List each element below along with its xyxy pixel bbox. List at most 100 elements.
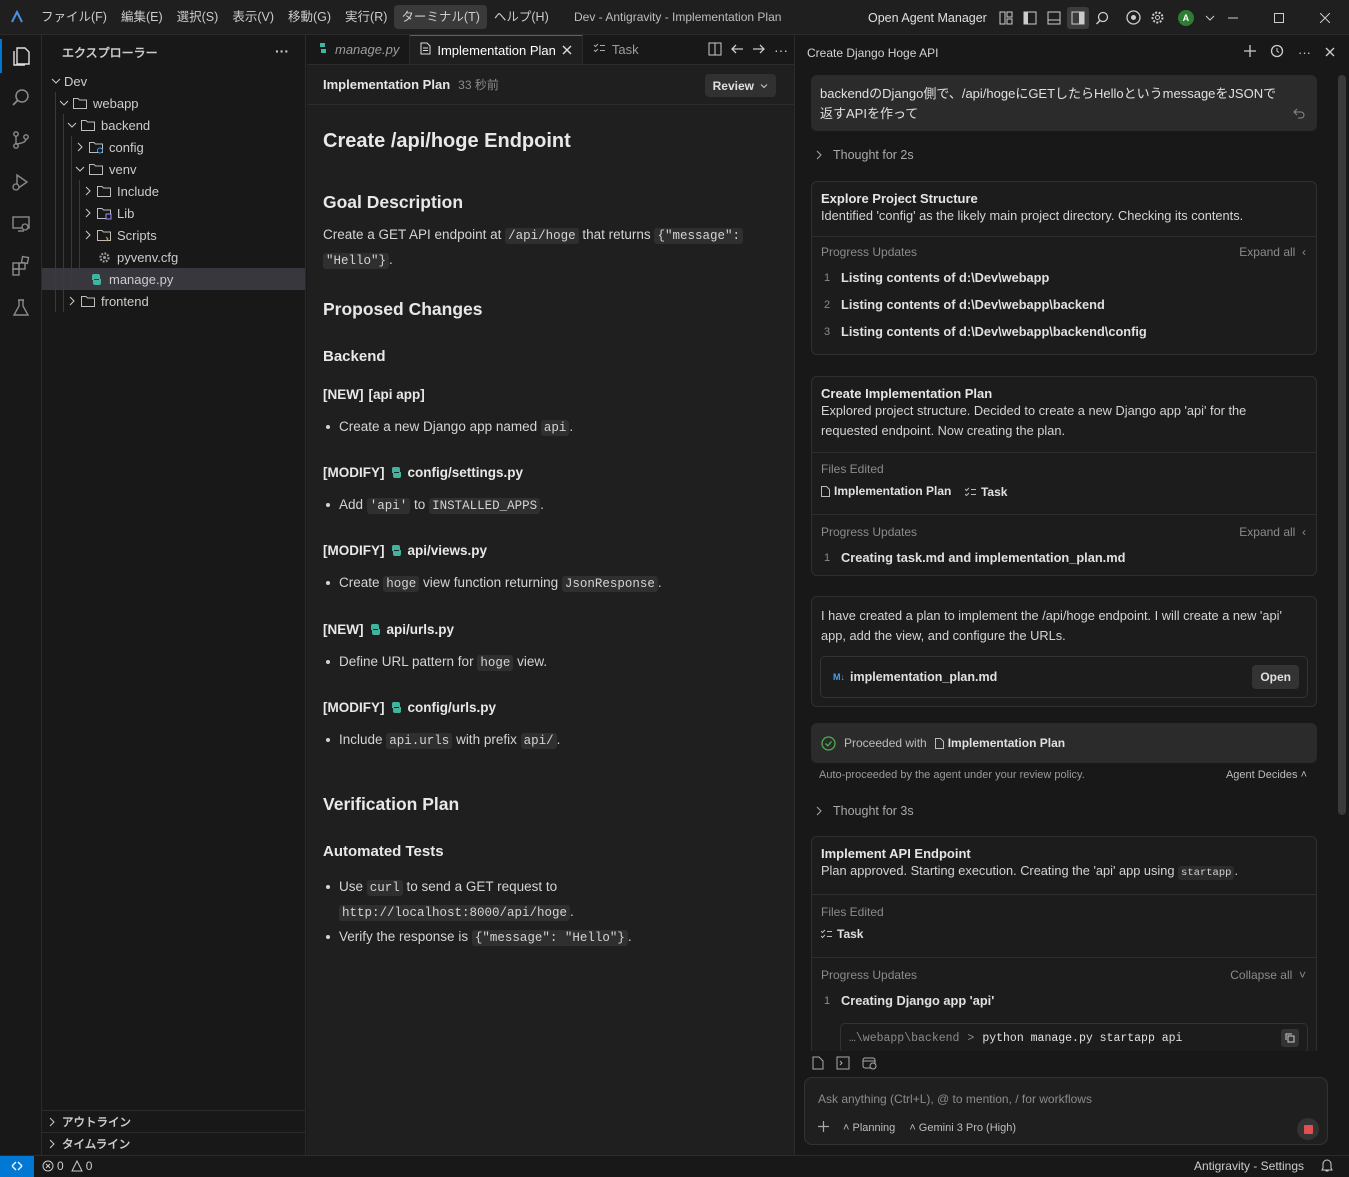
chevron-right-icon: [72, 139, 88, 155]
progress-item: 2 Listing contents of d:\Dev\webapp\backe…: [821, 291, 1307, 318]
search-sidebar-icon[interactable]: [0, 77, 42, 119]
problems-indicator[interactable]: 0 0: [42, 1159, 92, 1173]
bell-icon[interactable]: [1321, 1159, 1333, 1175]
chat-input[interactable]: Ask anything (Ctrl+L), @ to mention, / f…: [818, 1092, 1092, 1106]
change-target[interactable]: config/settings.py: [408, 465, 524, 480]
tree-file-item[interactable]: pyvenv.cfg: [42, 246, 305, 268]
settings-gear-icon[interactable]: [1147, 7, 1169, 29]
tree-file-item[interactable]: manage.py: [42, 268, 305, 290]
text: Create a GET API endpoint at: [323, 227, 506, 242]
terminal-context-icon[interactable]: [836, 1056, 850, 1073]
remote-indicator-icon[interactable]: [0, 1155, 34, 1177]
change-target[interactable]: api/urls.py: [387, 622, 455, 637]
close-window-button[interactable]: [1302, 0, 1348, 35]
tree-folder-item[interactable]: frontend: [42, 290, 305, 312]
mode-dropdown[interactable]: ˄ Planning: [843, 1122, 895, 1134]
menu-item[interactable]: 実行(R): [338, 5, 394, 29]
layout-grid-icon[interactable]: [995, 7, 1017, 29]
browser-context-icon[interactable]: [862, 1056, 877, 1073]
menu-item[interactable]: ファイル(F): [34, 5, 114, 29]
run-debug-icon[interactable]: [0, 161, 42, 203]
thought-toggle[interactable]: Thought for 3s: [815, 804, 914, 818]
expand-all-button[interactable]: Expand all ‹: [1239, 525, 1306, 539]
close-tab-icon[interactable]: [562, 43, 572, 58]
checklist-icon: [593, 42, 606, 57]
review-button[interactable]: Review: [704, 74, 776, 97]
tree-folder-item[interactable]: webapp: [42, 92, 305, 114]
agent-decides-dropdown[interactable]: Agent Decides ˄: [1226, 769, 1307, 781]
change-target[interactable]: config/urls.py: [408, 700, 497, 715]
toggle-sidebar-icon[interactable]: [1019, 7, 1041, 29]
chevron-right-icon: [816, 806, 822, 816]
open-agent-manager-link[interactable]: Open Agent Manager: [868, 11, 987, 25]
account-avatar[interactable]: A: [1175, 7, 1197, 29]
more-actions-icon[interactable]: ···: [774, 42, 788, 58]
artifact-file-row[interactable]: M↓ implementation_plan.md Open: [820, 656, 1308, 698]
search-icon[interactable]: [1091, 7, 1113, 29]
text: Verify the response is: [339, 929, 472, 944]
agent-header: Create Django Hoge API ···: [796, 35, 1349, 70]
tree-item-label: venv: [109, 161, 137, 177]
tab-implementation-plan[interactable]: Implementation Plan: [410, 35, 583, 64]
arrow-left-icon[interactable]: [730, 42, 744, 59]
tree-folder-item[interactable]: venv: [42, 158, 305, 180]
timeline-section[interactable]: タイムライン: [42, 1132, 305, 1154]
menu-item[interactable]: 編集(E): [114, 5, 170, 29]
testing-flask-icon[interactable]: [0, 287, 42, 329]
more-actions-icon[interactable]: ···: [275, 43, 289, 59]
collapse-all-button[interactable]: Collapse all ˅: [1230, 968, 1306, 982]
tree-folder-item[interactable]: backend: [42, 114, 305, 136]
explorer-icon[interactable]: [0, 35, 42, 77]
tree-folder-item[interactable]: Include: [42, 180, 305, 202]
expand-all-button[interactable]: Expand all ‹: [1239, 245, 1306, 259]
menu-item[interactable]: 選択(S): [170, 5, 226, 29]
response-text: I have created a plan to implement the /…: [821, 608, 1282, 623]
arrow-right-icon[interactable]: [752, 42, 766, 59]
toggle-panel-icon[interactable]: [1043, 7, 1065, 29]
step-title: Implement API Endpoint: [821, 846, 971, 861]
history-icon[interactable]: [1270, 44, 1284, 61]
menu-item[interactable]: 移動(G): [281, 5, 338, 29]
remote-explorer-icon[interactable]: [0, 203, 42, 245]
undo-icon[interactable]: [1293, 105, 1305, 125]
model-dropdown[interactable]: ˄ Gemini 3 Pro (High): [909, 1122, 1016, 1134]
list-item: Use curl to send a GET request to http:/…: [323, 875, 794, 925]
add-context-icon[interactable]: [818, 1121, 829, 1135]
file-chip[interactable]: Implementation Plan: [821, 484, 951, 498]
split-editor-icon[interactable]: [708, 42, 722, 59]
toggle-secondary-sidebar-icon[interactable]: [1066, 6, 1089, 29]
tree-folder-item[interactable]: config: [42, 136, 305, 158]
change-target[interactable]: api/views.py: [408, 543, 488, 558]
plus-icon[interactable]: [1244, 45, 1256, 60]
menu-item[interactable]: ヘルプ(H): [487, 5, 556, 29]
minimize-button[interactable]: [1210, 0, 1256, 35]
stop-button[interactable]: [1297, 1118, 1319, 1140]
step-title: Explore Project Structure: [821, 191, 978, 206]
tab-manage-py[interactable]: manage.py: [307, 35, 411, 64]
file-context-icon[interactable]: [812, 1056, 824, 1073]
browser-icon[interactable]: [1123, 7, 1145, 29]
menu-item[interactable]: 表示(V): [225, 5, 281, 29]
agent-scrollbar[interactable]: [1338, 75, 1346, 815]
close-panel-icon[interactable]: [1325, 46, 1335, 60]
maximize-button[interactable]: [1256, 0, 1302, 35]
extensions-icon[interactable]: [0, 245, 42, 287]
tree-folder-item[interactable]: Dev: [42, 70, 305, 92]
tree-folder-item[interactable]: Scripts: [42, 224, 305, 246]
open-artifact-button[interactable]: Open: [1252, 665, 1299, 689]
chat-input-box[interactable]: Ask anything (Ctrl+L), @ to mention, / f…: [804, 1077, 1328, 1145]
menu-item[interactable]: ターミナル(T): [394, 5, 487, 29]
thought-toggle[interactable]: Thought for 2s: [815, 148, 914, 162]
file-chip[interactable]: Task: [821, 927, 863, 941]
settings-status-item[interactable]: Antigravity - Settings: [1194, 1159, 1304, 1173]
outline-section[interactable]: アウトライン: [42, 1110, 305, 1132]
tree-folder-item[interactable]: Lib: [42, 202, 305, 224]
inline-code: "Hello"}: [323, 253, 390, 269]
tab-task[interactable]: Task: [583, 35, 649, 64]
source-control-icon[interactable]: [0, 119, 42, 161]
file-chip[interactable]: Task: [964, 485, 1007, 499]
context-actions: [812, 1056, 877, 1073]
more-actions-icon[interactable]: ···: [1298, 45, 1311, 60]
copy-icon[interactable]: [1281, 1029, 1299, 1047]
proceeded-doc[interactable]: Implementation Plan: [948, 736, 1065, 750]
